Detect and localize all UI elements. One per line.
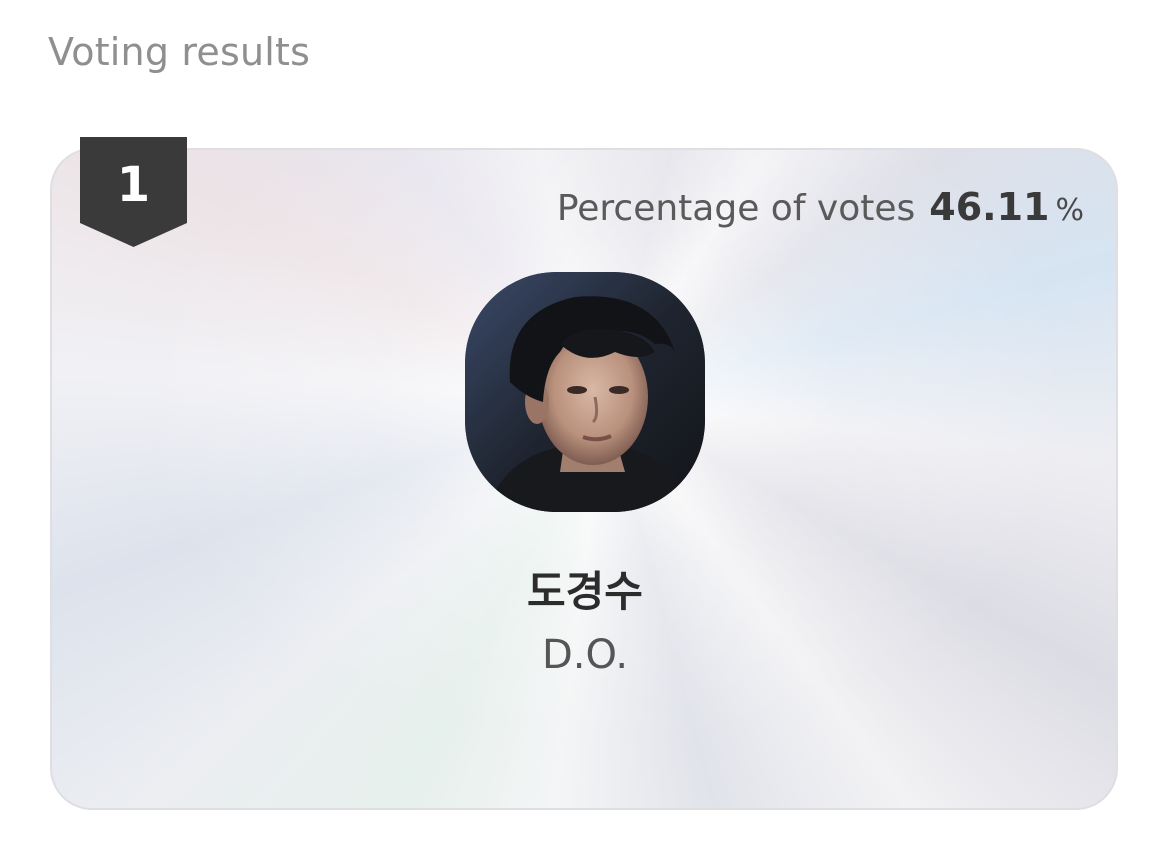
member-name-english: D.O. [541, 632, 629, 678]
member-photo [465, 272, 705, 512]
page-title: Voting results [48, 30, 311, 74]
member-name-korean: 도경수 [527, 567, 643, 616]
vote-percentage-value: 46.11 [929, 185, 1050, 229]
rank-number: 1 [116, 157, 151, 213]
voting-results-page: Voting results 1 Percentage of votes 46.… [0, 0, 1170, 855]
avatar[interactable] [465, 272, 705, 512]
vote-percentage-unit: % [1055, 193, 1084, 228]
vote-percentage: Percentage of votes 46.11 % [557, 185, 1084, 229]
rank-badge: 1 [80, 137, 187, 247]
vote-percentage-label: Percentage of votes [556, 188, 916, 229]
